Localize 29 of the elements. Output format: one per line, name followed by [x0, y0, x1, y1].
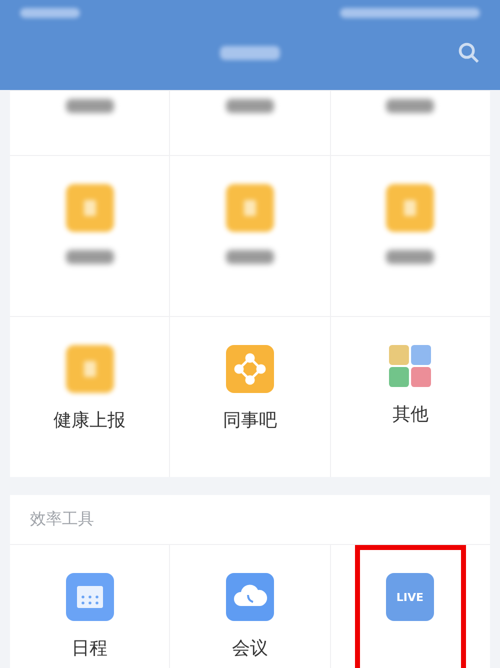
grid-icon [389, 345, 432, 387]
section-title: 效率工具 [29, 508, 95, 530]
app-icon [66, 345, 114, 393]
blurred-label [386, 250, 434, 264]
app-label: 同事吧 [222, 411, 277, 432]
status-time [20, 8, 80, 18]
page-title [220, 46, 280, 60]
blurred-label [66, 250, 114, 264]
calendar-app-icon [66, 573, 114, 621]
app-tile[interactable]: 其他 [330, 317, 490, 477]
blurred-label [226, 250, 274, 264]
app-label: 会议 [232, 639, 268, 660]
app-tile[interactable]: 日程 [10, 545, 170, 668]
app-tile[interactable]: 同事吧 [169, 317, 330, 477]
app-label: 健康上报 [54, 411, 126, 432]
app-icon [226, 184, 274, 232]
network-app-icon [226, 345, 274, 393]
blurred-label [386, 99, 434, 113]
cloud-phone-app-icon [226, 573, 274, 621]
search-icon[interactable] [458, 42, 480, 64]
live-app-icon: LIVE [386, 573, 434, 621]
app-icon [66, 184, 114, 232]
blurred-label [226, 99, 274, 113]
app-tile[interactable]: 会议 [169, 545, 330, 668]
app-label: 日程 [72, 639, 108, 660]
app-label: 其他 [392, 405, 428, 426]
blurred-label [66, 99, 114, 113]
app-icon [386, 184, 434, 232]
app-tile[interactable]: 健康上报 [10, 317, 170, 477]
